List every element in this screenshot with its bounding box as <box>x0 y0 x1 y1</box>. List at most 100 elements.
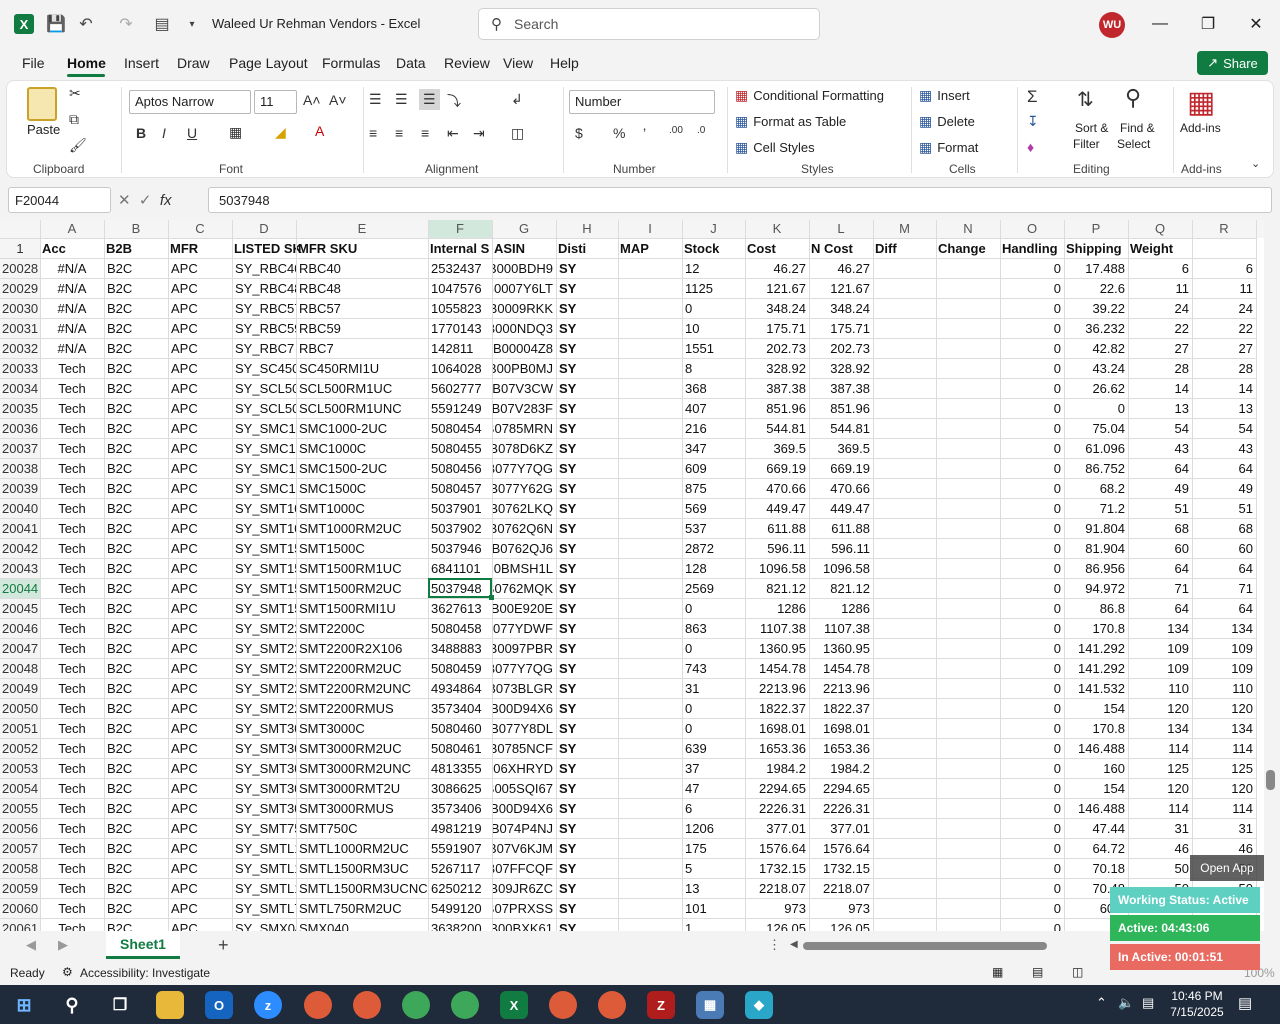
cell-value[interactable]: B2C <box>107 581 132 596</box>
cell-value[interactable]: SY <box>559 501 577 516</box>
top-align-icon[interactable]: ☰ <box>369 91 382 108</box>
currency-icon[interactable]: $ <box>575 125 583 141</box>
cell-value[interactable]: SY <box>559 661 577 676</box>
cell-value[interactable]: 6 <box>1182 261 1189 276</box>
cell-value[interactable]: SMT3000RM2UNC <box>299 761 411 776</box>
copy-icon[interactable]: ⧉ <box>69 111 79 128</box>
cell-value[interactable]: 1206 <box>685 821 714 836</box>
cell-value[interactable]: SY <box>559 881 577 896</box>
cell-value[interactable]: Tech <box>58 561 85 576</box>
column-letter[interactable]: G <box>519 221 529 236</box>
filezilla-icon[interactable]: Z <box>647 991 675 1019</box>
next-sheet-icon[interactable]: ▶ <box>58 937 68 953</box>
cell-value[interactable]: 3488883 <box>431 641 482 656</box>
cell-value[interactable]: SY <box>559 761 577 776</box>
cell-value[interactable]: 22 <box>1239 321 1253 336</box>
cell-value[interactable]: B073BLGR <box>487 681 553 696</box>
comma-style-icon[interactable]: ’ <box>643 125 646 141</box>
cell-value[interactable]: B077Y62G <box>489 481 553 496</box>
chrome-icon[interactable] <box>353 991 381 1019</box>
cell-value[interactable]: SY_SCL500 <box>235 381 307 396</box>
cell-value[interactable]: 2213.96 <box>759 681 806 696</box>
save-icon[interactable]: 💾 <box>46 14 66 34</box>
cell-value[interactable]: Tech <box>58 881 85 896</box>
file-explorer-icon[interactable] <box>156 991 184 1019</box>
cell-value[interactable]: 1822.37 <box>823 701 870 716</box>
column-title[interactable]: Cost <box>747 241 777 256</box>
cell-value[interactable]: 114 <box>1168 741 1189 756</box>
cell-value[interactable]: SY_SMT30 <box>235 721 301 736</box>
cell-value[interactable]: Tech <box>58 701 85 716</box>
column-letter[interactable]: Q <box>1155 221 1165 236</box>
cell-value[interactable]: 0 <box>1054 841 1061 856</box>
cell-value[interactable]: 328.92 <box>766 361 806 376</box>
volume-icon[interactable]: 🔈 <box>1118 995 1134 1011</box>
row-number[interactable]: 20052 <box>2 741 38 756</box>
cell-value[interactable]: 109 <box>1231 641 1253 656</box>
scroll-left-icon[interactable]: ◀ <box>790 939 798 950</box>
row-number[interactable]: 20037 <box>2 441 38 456</box>
cell-value[interactable]: 470.66 <box>830 481 870 496</box>
cell-value[interactable]: B000BDH9 <box>488 261 553 276</box>
cell-value[interactable]: 91.804 <box>1085 521 1125 536</box>
cell-value[interactable]: Tech <box>58 681 85 696</box>
undo-icon[interactable]: ↶ <box>76 14 96 34</box>
cell-value[interactable]: 47.44 <box>1092 821 1125 836</box>
cell-value[interactable]: 27 <box>1175 341 1189 356</box>
cell-value[interactable]: 110 <box>1168 681 1189 696</box>
cell-value[interactable]: 54 <box>1175 421 1189 436</box>
cell-value[interactable]: 5080457 <box>431 481 482 496</box>
column-title[interactable]: Stock <box>684 241 720 256</box>
cell-value[interactable]: 3086625 <box>431 781 482 796</box>
cell-value[interactable]: 175 <box>685 841 707 856</box>
cell-value[interactable]: 6 <box>685 801 692 816</box>
cell-value[interactable]: B2C <box>107 361 132 376</box>
cell-value[interactable]: 0 <box>1054 281 1061 296</box>
cell-value[interactable]: B000NDQ3 <box>487 321 553 336</box>
cell-value[interactable]: 0 <box>685 601 692 616</box>
cell-value[interactable]: SMT1000C <box>299 501 365 516</box>
cell-value[interactable]: 5080455 <box>431 441 482 456</box>
cell-value[interactable]: B0762LKQ <box>489 501 553 516</box>
chrome-icon[interactable] <box>598 991 626 1019</box>
row-number[interactable]: 20042 <box>2 541 38 556</box>
cell-value[interactable]: B2C <box>107 641 132 656</box>
cell-value[interactable]: Tech <box>58 501 85 516</box>
chrome-icon[interactable] <box>402 991 430 1019</box>
vertical-scroll-thumb[interactable] <box>1266 770 1275 790</box>
cell-value[interactable]: B2C <box>107 601 132 616</box>
cell-value[interactable]: 43 <box>1239 441 1253 456</box>
cell-value[interactable]: B2C <box>107 401 132 416</box>
cell-value[interactable]: 0 <box>1054 401 1061 416</box>
cell-value[interactable]: SY <box>559 921 577 931</box>
cell-value[interactable]: 121.67 <box>830 281 870 296</box>
cell-value[interactable]: 1055823 <box>431 301 482 316</box>
formula-input[interactable]: 5037948 <box>208 187 1272 213</box>
cell-value[interactable]: Tech <box>58 541 85 556</box>
cell-value[interactable]: #N/A <box>58 301 87 316</box>
cell-value[interactable]: 2218.07 <box>759 881 806 896</box>
cell-value[interactable]: APC <box>171 801 198 816</box>
cell-value[interactable]: 0 <box>1054 901 1061 916</box>
row-number[interactable]: 20031 <box>2 321 38 336</box>
row-number[interactable]: 20043 <box>2 561 38 576</box>
cell-value[interactable]: SY_SMT30 <box>235 741 301 756</box>
cell-value[interactable]: SY_SMT15 <box>235 601 301 616</box>
cell-value[interactable]: APC <box>171 921 198 931</box>
increase-decimal-icon[interactable]: .00 <box>669 125 683 136</box>
cell-value[interactable]: Tech <box>58 421 85 436</box>
cell-value[interactable]: SY <box>559 481 577 496</box>
cell-value[interactable]: APC <box>171 861 198 876</box>
cell-value[interactable]: Tech <box>58 601 85 616</box>
cell-value[interactable]: B2C <box>107 341 132 356</box>
cell-value[interactable]: B2C <box>107 261 132 276</box>
vertical-scrollbar[interactable] <box>1264 220 1280 931</box>
cell-value[interactable]: 5080458 <box>431 621 482 636</box>
cell-value[interactable]: APC <box>171 521 198 536</box>
cell-value[interactable]: 0 <box>1054 541 1061 556</box>
cell-value[interactable]: 134 <box>1231 621 1253 636</box>
format-cells-button[interactable]: ▦ Format <box>919 139 978 156</box>
cell-value[interactable]: 175.71 <box>766 321 806 336</box>
column-title[interactable]: LISTED SK <box>234 241 303 256</box>
cell-value[interactable]: 2872 <box>685 541 714 556</box>
